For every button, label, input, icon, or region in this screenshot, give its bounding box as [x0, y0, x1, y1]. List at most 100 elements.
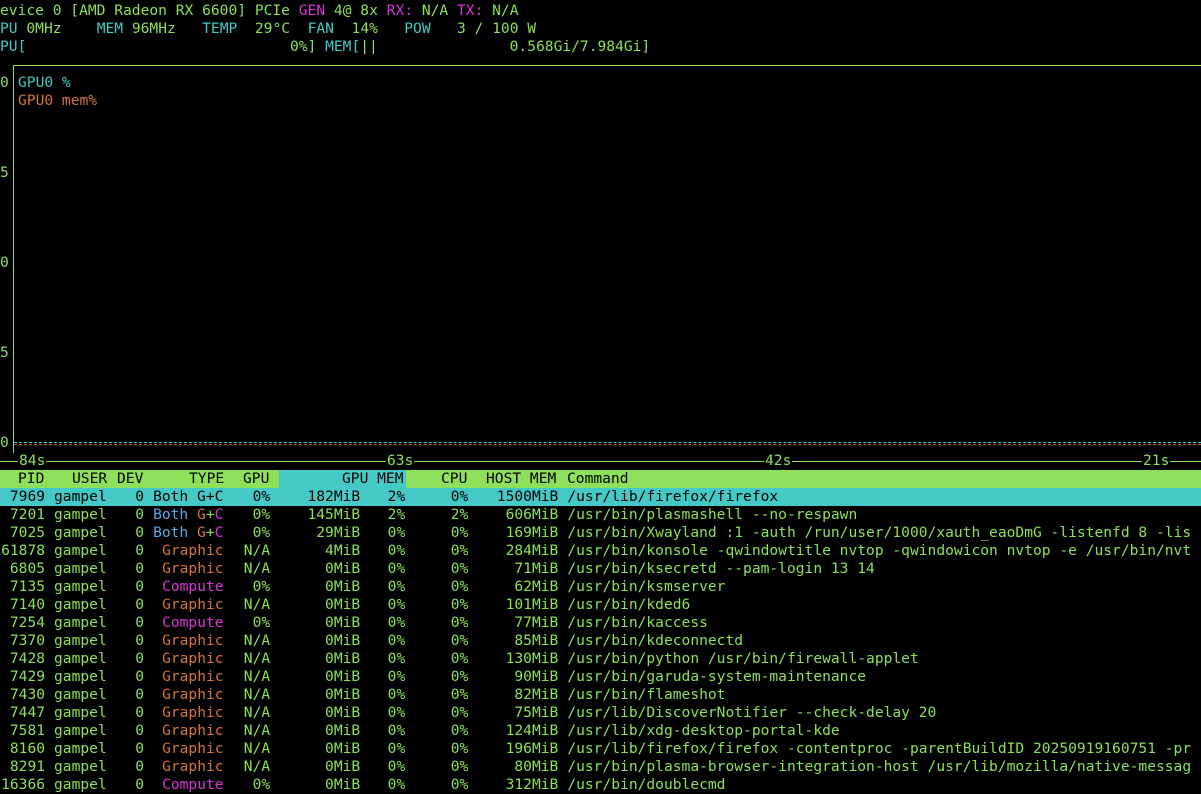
type-cell: Compute: [162, 578, 224, 595]
dev-cell: 0: [135, 560, 145, 577]
table-row[interactable]: 7430 gampel 0 Graphic N/A 0MiB 0% 0% 82MiB/usr/b…: [0, 686, 1201, 704]
gpu-mem-pct-cell: 0%: [387, 650, 406, 667]
table-row[interactable]: 7201 gampel 0 Both G+C 0% 145MiB 2% 2% 606MiB/us…: [0, 506, 1201, 524]
gpu-mem-cell: 0MiB: [325, 776, 361, 793]
type-cell: Compute: [162, 614, 224, 631]
y-tick-label: 0: [0, 74, 9, 91]
col-gpu[interactable]: GPU: [243, 470, 269, 488]
cpu-cell: 0%: [450, 686, 469, 703]
gpu-mem-pct-cell: 0%: [387, 758, 406, 775]
host-mem-cell: 85MiB: [514, 632, 559, 649]
pid-cell: 7201: [9, 506, 46, 523]
table-row[interactable]: 7140 gampel 0 Graphic N/A 0MiB 0% 0% 101MiB/usr/…: [0, 596, 1201, 614]
col-pid[interactable]: PID: [18, 470, 44, 488]
gpu-clock-label: PU: [0, 20, 18, 37]
cpu-cell: 0%: [450, 632, 469, 649]
x-tick-label: 42s: [764, 452, 793, 470]
dev-cell: 0: [135, 488, 145, 505]
x-tick-label: 84s: [18, 452, 47, 470]
command-cell: /usr/bin/garuda-system-maintenance: [567, 668, 867, 685]
dev-cell: 0: [135, 740, 145, 757]
gpu-util-cell: N/A: [243, 650, 271, 667]
host-mem-cell: 101MiB: [505, 596, 559, 613]
rx-label: RX:: [386, 2, 414, 19]
table-row[interactable]: 7135 gampel 0 Compute 0% 0MiB 0% 0% 62MiB/usr/bi…: [0, 578, 1201, 596]
command-cell: /usr/bin/Xwayland :1 -auth /run/user/100…: [567, 524, 1192, 541]
col-cpu[interactable]: CPU: [441, 470, 467, 488]
table-row[interactable]: 8160 gampel 0 Graphic N/A 0MiB 0% 0% 196MiB/usr/…: [0, 740, 1201, 758]
gpu-util-cell: N/A: [243, 668, 271, 685]
user-cell: gampel: [54, 758, 107, 775]
gpu-util-cell: N/A: [243, 758, 271, 775]
gpu-mem-cell: 0MiB: [325, 722, 361, 739]
chart-x-axis: 84s 63s 42s 21s: [0, 452, 1201, 470]
mem-bar-prefix: MEM[: [325, 38, 361, 55]
gpu-mem-cell: 0MiB: [325, 578, 361, 595]
table-row[interactable]: 16366 gampel 0 Compute 0% 0MiB 0% 0% 312MiB/usr/…: [0, 776, 1201, 794]
table-row[interactable]: 7581 gampel 0 Graphic N/A 0MiB 0% 0% 124MiB/usr/…: [0, 722, 1201, 740]
gpu-clock-value: 0MHz: [26, 20, 62, 37]
user-cell: gampel: [54, 596, 107, 613]
legend-gpu-mem: GPU0 mem%: [18, 92, 98, 109]
table-row[interactable]: 7025 gampel 0 Both G+C 0% 29MiB 0% 0% 169MiB/usr…: [0, 524, 1201, 542]
gpu-util-cell: 0%: [252, 614, 271, 631]
col-gpu-mem[interactable]: GPU MEM: [342, 470, 404, 488]
table-row[interactable]: 7969 gampel 0 Both G+C 0% 182MiB 2% 0% 1500MiB/u…: [0, 488, 1201, 506]
command-cell: /usr/bin/plasmashell --no-respawn: [567, 506, 858, 523]
type-cell: Graphic: [162, 668, 224, 685]
table-row[interactable]: 7447 gampel 0 Graphic N/A 0MiB 0% 0% 75MiB/usr/l…: [0, 704, 1201, 722]
cpu-cell: 0%: [450, 596, 469, 613]
y-tick-label: 5: [0, 344, 9, 361]
command-cell: /usr/lib/xdg-desktop-portal-kde: [567, 722, 840, 739]
dev-cell: 0: [135, 668, 145, 685]
type-cell: Graphic: [162, 542, 224, 559]
gpu-mem-pct-cell: 2%: [387, 506, 406, 523]
host-mem-cell: 77MiB: [514, 614, 559, 631]
col-dev[interactable]: DEV: [117, 470, 143, 488]
type-cell: Both G+C: [153, 506, 224, 523]
user-cell: gampel: [54, 578, 107, 595]
gpu-util-cell: 0%: [252, 524, 271, 541]
type-cell: Both G+C: [153, 524, 224, 541]
process-table-header: PID USER DEV TYPE GPU GPU MEM CPU HOST M…: [0, 470, 1201, 488]
table-row[interactable]: 7428 gampel 0 Graphic N/A 0MiB 0% 0% 130MiB/usr/…: [0, 650, 1201, 668]
pid-cell: 6805: [9, 560, 46, 577]
pid-cell: 7025: [9, 524, 46, 541]
gpu-mem-cell: 145MiB: [307, 506, 361, 523]
mem-bar-value: 0.568Gi/7.984Gi]: [509, 38, 651, 55]
gpu-mem-cell: 0MiB: [325, 650, 361, 667]
user-cell: gampel: [54, 650, 107, 667]
col-host-mem[interactable]: HOST MEM: [486, 470, 556, 488]
gpu-util-cell: N/A: [243, 596, 271, 613]
gpu-mem-cell: 0MiB: [325, 686, 361, 703]
pid-cell: 7969: [9, 488, 46, 505]
device-info-line: evice 0 [AMD Radeon RX 6600] PCIe GEN 4@…: [0, 2, 1201, 20]
type-cell: Graphic: [162, 686, 224, 703]
table-row[interactable]: 8291 gampel 0 Graphic N/A 0MiB 0% 0% 80MiB/usr/b…: [0, 758, 1201, 776]
pid-cell: 8160: [9, 740, 46, 757]
col-command[interactable]: Command: [567, 470, 629, 488]
tx-value: N/A: [492, 2, 519, 19]
dev-cell: 0: [135, 578, 145, 595]
col-user[interactable]: USER: [72, 470, 107, 488]
tx-label: TX:: [456, 2, 484, 19]
pid-cell: 61878: [1, 542, 46, 559]
col-type[interactable]: TYPE: [189, 470, 224, 488]
table-row[interactable]: 7370 gampel 0 Graphic N/A 0MiB 0% 0% 85MiB/usr/b…: [0, 632, 1201, 650]
command-cell: /usr/bin/ksmserver: [567, 578, 726, 595]
table-row[interactable]: 7429 gampel 0 Graphic N/A 0MiB 0% 0% 90MiB/usr/b…: [0, 668, 1201, 686]
type-cell: Graphic: [162, 758, 224, 775]
table-row[interactable]: 7254 gampel 0 Compute 0% 0MiB 0% 0% 77MiB/usr/bi…: [0, 614, 1201, 632]
gpu-mem-cell: 0MiB: [325, 614, 361, 631]
gpu-mem-cell: 0MiB: [325, 632, 361, 649]
table-row[interactable]: 6805 gampel 0 Graphic N/A 0MiB 0% 0% 71MiB/usr/b…: [0, 560, 1201, 578]
host-mem-cell: 82MiB: [514, 686, 559, 703]
command-cell: /usr/lib/DiscoverNotifier --check-delay …: [567, 704, 937, 721]
gpu-mem-pct-cell: 0%: [387, 524, 406, 541]
host-mem-cell: 90MiB: [514, 668, 559, 685]
usage-bars-line: PU[ 0%] MEM[|| 0.568Gi/7.984Gi]: [0, 38, 1201, 56]
cpu-cell: 0%: [450, 578, 469, 595]
table-row[interactable]: 61878 gampel 0 Graphic N/A 4MiB 0% 0% 284MiB/usr…: [0, 542, 1201, 560]
dev-cell: 0: [135, 650, 145, 667]
user-cell: gampel: [54, 668, 107, 685]
